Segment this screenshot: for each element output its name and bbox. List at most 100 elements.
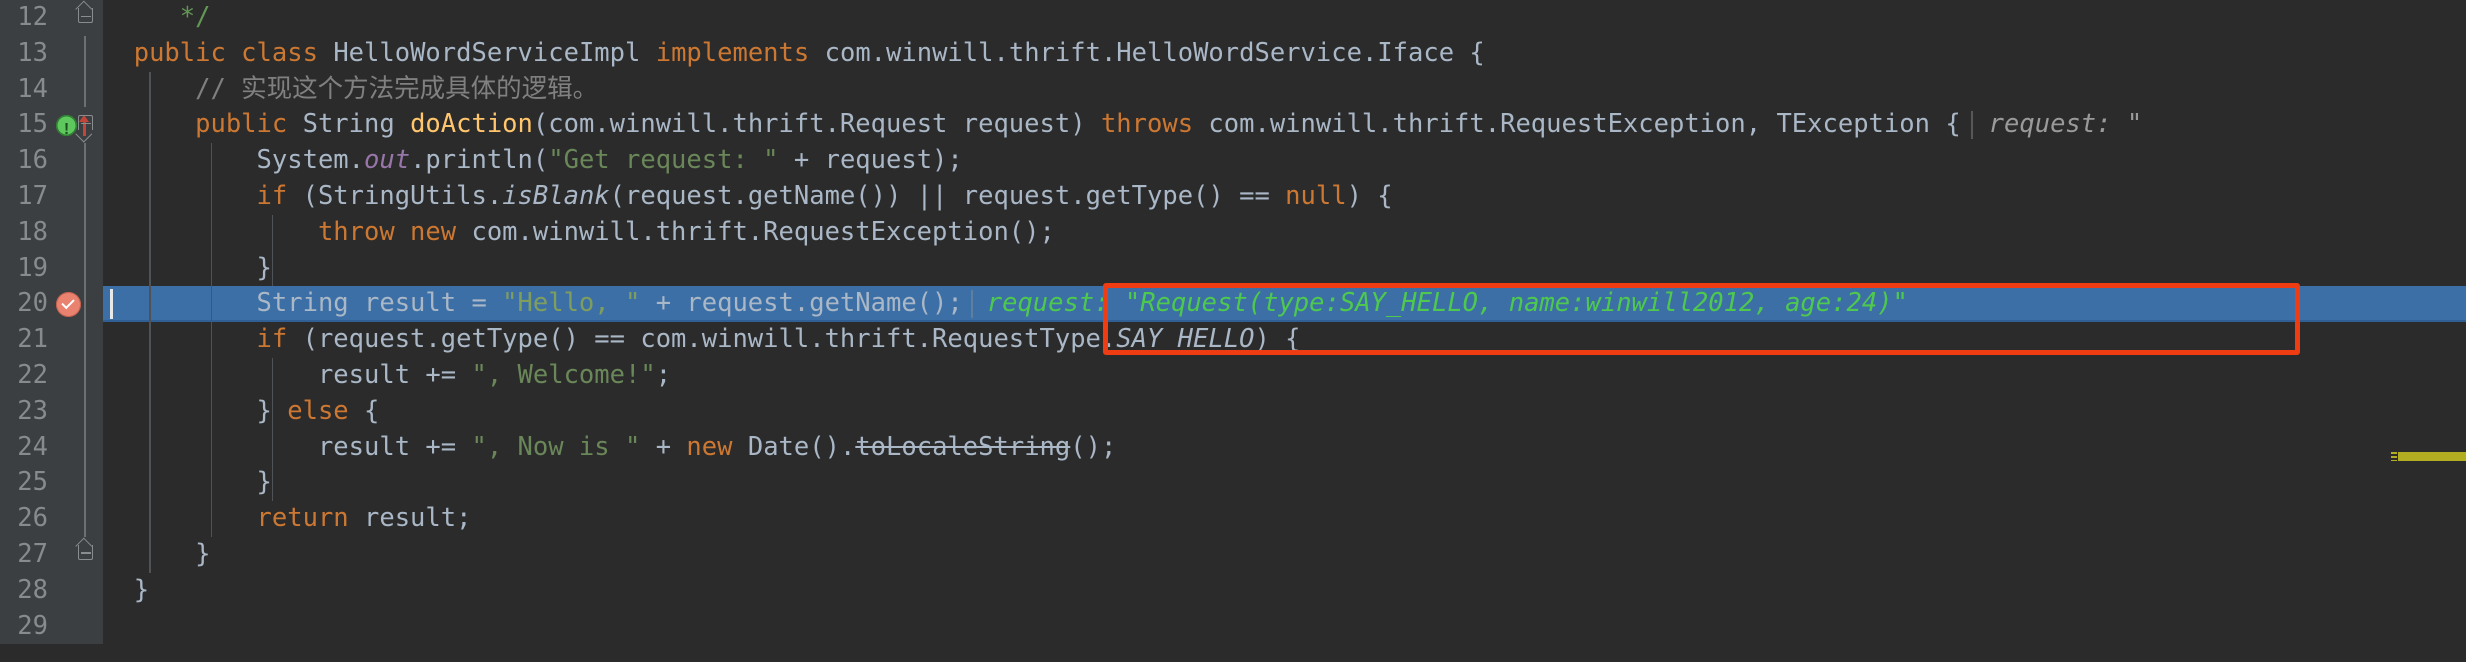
code-line[interactable]: 17 if (StringUtils.isBlank(request.getNa… (0, 178, 2466, 215)
fold-up-icon[interactable] (76, 6, 96, 30)
breakpoint-icon[interactable] (56, 291, 81, 317)
code-line[interactable]: 16 System.out.println("Get request: " + … (0, 143, 2466, 179)
editor-gutter[interactable]: 13 (0, 35, 103, 72)
code-line[interactable]: 25 } (0, 465, 2466, 502)
fold-up-icon[interactable] (76, 543, 96, 567)
code-token: com.winwill.thrift.RequestException(); (471, 216, 1055, 247)
code-line-content[interactable]: } (103, 536, 2466, 573)
code-line[interactable]: 20 String result = "Hello, " + request.g… (0, 286, 2466, 323)
gutter-marker-area[interactable] (52, 501, 98, 537)
fold-down-icon[interactable] (76, 113, 96, 137)
editor-gutter[interactable]: 28 (0, 572, 103, 609)
code-token: (request.getType() == com.winwill.thrift… (302, 324, 1117, 355)
editor-gutter[interactable]: 20 (0, 286, 103, 323)
code-line[interactable]: 13 public class HelloWordServiceImpl imp… (0, 35, 2466, 72)
gutter-marker-area[interactable] (52, 179, 98, 215)
fold-region-line (84, 71, 86, 108)
gutter-marker-area[interactable] (52, 215, 98, 251)
code-token: com.winwill.thrift.RequestException, TEx… (1208, 109, 1961, 140)
editor-gutter[interactable]: 25 (0, 465, 103, 502)
editor-gutter[interactable]: 24 (0, 429, 103, 466)
editor-gutter[interactable]: 12 (0, 0, 103, 36)
marker-stripe-warning[interactable] (2391, 452, 2466, 461)
editor-gutter[interactable]: 16 (0, 143, 103, 179)
debugger-inline-hint[interactable]: request: " (1989, 107, 2143, 143)
code-token: ", Welcome!" (471, 359, 656, 390)
code-line[interactable]: 19 } (0, 250, 2466, 287)
indent-guide (210, 286, 213, 323)
editor-gutter[interactable]: 18 (0, 214, 103, 251)
code-line[interactable]: 15 public String doAction(com.winwill.th… (0, 107, 2466, 148)
gutter-marker-area[interactable] (52, 36, 98, 72)
editor-gutter[interactable]: 26 (0, 501, 103, 537)
editor-lines[interactable]: 12 */13 public class HelloWordServiceImp… (0, 0, 2466, 645)
code-token: "Get request: " (548, 145, 779, 176)
code-line[interactable]: 18 throw new com.winwill.thrift.RequestE… (0, 214, 2466, 251)
code-line-content[interactable]: System.out.println("Get request: " + req… (103, 143, 2466, 179)
code-line[interactable]: 28 } (0, 572, 2466, 609)
fold-region-line (84, 393, 86, 430)
gutter-marker-area[interactable] (52, 286, 98, 322)
code-line[interactable]: 14 // 实现这个方法完成具体的逻辑。 (0, 71, 2466, 108)
editor-gutter[interactable]: 15 (0, 107, 103, 148)
code-line-content[interactable]: // 实现这个方法完成具体的逻辑。 (103, 71, 2466, 108)
editor-gutter[interactable]: 17 (0, 178, 103, 215)
gutter-marker-area[interactable] (52, 465, 98, 501)
debugger-inline-value[interactable]: request: "Request(type:SAY_HELLO, name:w… (987, 286, 1908, 322)
code-line-content[interactable]: } else { (103, 393, 2466, 430)
code-line-content[interactable]: return result; (103, 501, 2466, 537)
code-line[interactable]: 23 } else { (0, 393, 2466, 430)
code-line-content[interactable]: } (103, 465, 2466, 502)
indent-guide (210, 322, 213, 358)
line-number: 19 (17, 252, 48, 283)
editor-gutter[interactable]: 22 (0, 357, 103, 394)
code-editor[interactable]: 12 */13 public class HelloWordServiceImp… (0, 0, 2466, 662)
code-line-content[interactable]: } (103, 573, 2466, 609)
code-line-content[interactable]: */ (103, 0, 2466, 36)
execution-pointer-bar (110, 289, 113, 320)
code-line-content[interactable]: if (request.getType() == com.winwill.thr… (103, 322, 2466, 358)
gutter-marker-area[interactable] (52, 573, 98, 609)
gutter-marker-area[interactable] (52, 72, 98, 108)
code-line-content[interactable]: result += ", Welcome!"; (103, 357, 2466, 394)
gutter-marker-area[interactable] (52, 322, 98, 358)
gutter-marker-area[interactable] (52, 394, 98, 430)
implemented-method-icon[interactable] (56, 112, 77, 148)
code-line[interactable]: 22 result += ", Welcome!"; (0, 357, 2466, 394)
line-number: 17 (17, 180, 48, 211)
code-line[interactable]: 29 (0, 608, 2466, 645)
code-line[interactable]: 21 if (request.getType() == com.winwill.… (0, 322, 2466, 358)
gutter-marker-area[interactable] (52, 609, 98, 645)
gutter-marker-area[interactable] (52, 430, 98, 466)
code-line-content[interactable] (103, 609, 2466, 645)
code-line-content[interactable]: public class HelloWordServiceImpl implem… (103, 36, 2466, 72)
line-number: 28 (17, 574, 48, 605)
code-line[interactable]: 24 result += ", Now is " + new Date().to… (0, 429, 2466, 466)
code-line-content[interactable]: } (103, 250, 2466, 287)
indent-guide (149, 393, 151, 430)
gutter-marker-area[interactable] (52, 251, 98, 287)
marker-stripe[interactable] (2391, 0, 2466, 662)
editor-gutter[interactable]: 23 (0, 393, 103, 430)
code-line-content[interactable]: result += ", Now is " + new Date().toLoc… (103, 429, 2466, 466)
editor-gutter[interactable]: 27 (0, 536, 103, 573)
fold-region-line (84, 143, 86, 179)
fold-region-line (84, 429, 86, 466)
code-line-content[interactable]: public String doAction(com.winwill.thrif… (103, 107, 2466, 144)
code-line[interactable]: 27 } (0, 536, 2466, 573)
code-line[interactable]: 12 */ (0, 0, 2466, 36)
gutter-marker-area[interactable] (52, 143, 98, 179)
gutter-marker-area[interactable] (52, 358, 98, 394)
code-token: result; (364, 503, 472, 534)
code-line-content[interactable]: if (StringUtils.isBlank(request.getName(… (103, 178, 2466, 215)
code-line-content[interactable]: String result = "Hello, " + request.getN… (103, 286, 2466, 323)
code-line-content[interactable]: throw new com.winwill.thrift.RequestExce… (103, 214, 2466, 251)
editor-gutter[interactable]: 29 (0, 608, 103, 645)
editor-gutter[interactable]: 19 (0, 250, 103, 287)
editor-gutter[interactable]: 14 (0, 71, 103, 108)
editor-gutter[interactable]: 21 (0, 322, 103, 358)
code-line[interactable]: 26 return result; (0, 501, 2466, 537)
